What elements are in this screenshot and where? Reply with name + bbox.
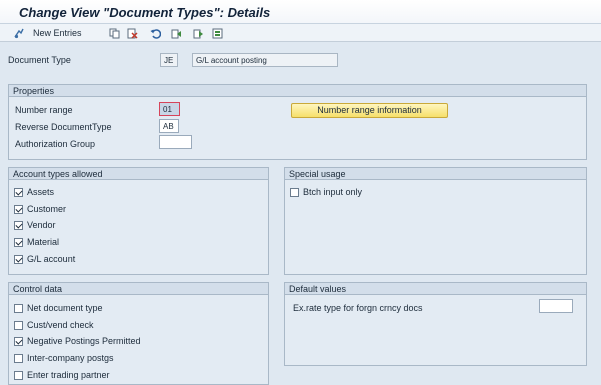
- number-range-label: Number range: [15, 105, 73, 115]
- negative-postings-checkbox-box[interactable]: [14, 336, 23, 346]
- delete-button[interactable]: [127, 26, 138, 40]
- account-types-group: Account types allowed Assets Customer Ve…: [8, 167, 269, 275]
- net-document-type-checkbox[interactable]: Net document type: [14, 303, 103, 313]
- authorization-group-input[interactable]: [159, 135, 192, 149]
- negative-postings-checkbox[interactable]: Negative Postings Permitted: [14, 336, 141, 346]
- assets-checkbox[interactable]: Assets: [14, 187, 54, 197]
- inter-company-postings-checkbox[interactable]: Inter-company postgs: [14, 353, 114, 363]
- gl-account-checkbox[interactable]: G/L account: [14, 254, 75, 264]
- select-all-button[interactable]: [212, 26, 223, 40]
- document-type-description: G/L account posting: [192, 53, 338, 67]
- detail-screen: Document Type JE G/L account posting Pro…: [0, 43, 601, 385]
- gl-account-checkbox-label: G/L account: [27, 254, 76, 264]
- authorization-group-label: Authorization Group: [15, 139, 96, 149]
- enter-trading-partner-checkbox-box[interactable]: [14, 370, 23, 380]
- number-range-input[interactable]: 01: [159, 102, 180, 116]
- special-usage-group-title: Special usage: [285, 168, 586, 180]
- batch-input-only-checkbox-box[interactable]: [290, 187, 299, 197]
- net-document-type-checkbox-label: Net document type: [27, 303, 103, 313]
- material-checkbox[interactable]: Material: [14, 237, 59, 247]
- next-entry-button[interactable]: [193, 26, 204, 40]
- document-type-field[interactable]: JE: [160, 53, 178, 67]
- default-values-group: Default values: [284, 282, 587, 366]
- assets-checkbox-label: Assets: [27, 187, 55, 197]
- reverse-document-type-label: Reverse DocumentType: [15, 122, 112, 132]
- new-entries-button[interactable]: New Entries: [14, 26, 82, 40]
- exchange-rate-type-input[interactable]: [539, 299, 573, 313]
- net-document-type-checkbox-box[interactable]: [14, 303, 23, 313]
- special-usage-group: Special usage Btch input only: [284, 167, 587, 275]
- default-values-group-title: Default values: [285, 283, 586, 295]
- batch-input-only-checkbox[interactable]: Btch input only: [290, 187, 362, 197]
- exchange-rate-type-label: Ex.rate type for forgn crncy docs: [293, 303, 423, 313]
- inter-company-postings-checkbox-box[interactable]: [14, 353, 23, 363]
- new-entries-label: New Entries: [33, 28, 82, 38]
- document-type-label: Document Type: [8, 55, 71, 65]
- copy-button[interactable]: [109, 26, 120, 40]
- material-checkbox-box[interactable]: [14, 237, 23, 247]
- page-title: Change View "Document Types": Details: [19, 5, 271, 20]
- enter-trading-partner-checkbox[interactable]: Enter trading partner: [14, 370, 110, 380]
- select-all-icon: [212, 28, 223, 38]
- enter-trading-partner-checkbox-label: Enter trading partner: [27, 370, 110, 380]
- title-bar: Change View "Document Types": Details: [0, 0, 601, 24]
- customer-checkbox-label: Customer: [27, 204, 67, 214]
- cust-vend-check-checkbox[interactable]: Cust/vend check: [14, 320, 94, 330]
- customer-checkbox[interactable]: Customer: [14, 204, 66, 214]
- customer-checkbox-box[interactable]: [14, 204, 23, 214]
- reverse-document-type-input[interactable]: AB: [159, 119, 179, 133]
- previous-entry-button[interactable]: [171, 26, 182, 40]
- number-range-information-button[interactable]: Number range information: [291, 103, 448, 118]
- batch-input-only-checkbox-label: Btch input only: [303, 187, 363, 197]
- next-entry-icon: [193, 29, 203, 38]
- material-checkbox-label: Material: [27, 237, 60, 247]
- inter-company-postings-checkbox-label: Inter-company postgs: [27, 353, 114, 363]
- new-entries-icon: [14, 28, 24, 38]
- control-data-group-title: Control data: [9, 283, 268, 295]
- vendor-checkbox-box[interactable]: [14, 220, 23, 230]
- cust-vend-check-checkbox-label: Cust/vend check: [27, 320, 94, 330]
- assets-checkbox-box[interactable]: [14, 187, 23, 197]
- undo-button[interactable]: [150, 26, 161, 40]
- vendor-checkbox-label: Vendor: [27, 220, 56, 230]
- delete-icon: [127, 28, 138, 39]
- cust-vend-check-checkbox-box[interactable]: [14, 320, 23, 330]
- application-toolbar: New Entries: [0, 24, 601, 42]
- vendor-checkbox[interactable]: Vendor: [14, 220, 56, 230]
- undo-icon: [150, 28, 161, 39]
- negative-postings-checkbox-label: Negative Postings Permitted: [27, 336, 141, 346]
- properties-group-title: Properties: [9, 85, 586, 97]
- previous-entry-icon: [171, 29, 181, 38]
- gl-account-checkbox-box[interactable]: [14, 254, 23, 264]
- control-data-group: Control data Net document type Cust/vend…: [8, 282, 269, 385]
- copy-icon: [109, 28, 120, 38]
- account-types-group-title: Account types allowed: [9, 168, 268, 180]
